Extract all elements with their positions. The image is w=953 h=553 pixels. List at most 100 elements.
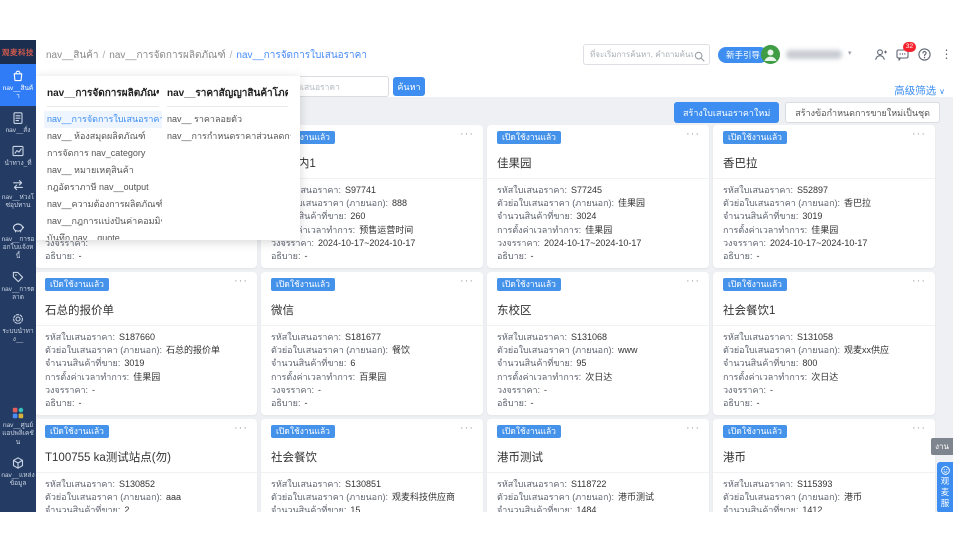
menu-item[interactable]: nav__ความต้องการผลิตภัณฑ์ใหม่	[44, 196, 162, 213]
menu-item[interactable]: การจัดการ nav_category	[44, 145, 162, 162]
global-search-input[interactable]	[590, 45, 693, 64]
sidebar-item-label: nav__ศูนย์แอปพลิเคชัน	[1, 422, 35, 447]
field-value: S52897	[797, 184, 828, 197]
field-label: วงจรราคา:	[723, 384, 766, 397]
field-label: ตัวย่อใบเสนอราคา (ภายนอก):	[271, 491, 388, 504]
gear-icon	[11, 312, 25, 326]
field-value: -	[756, 250, 759, 263]
menu-column: nav__ราคาสัญญาสินค้าโภคภัณฑ์nav__ ราคาลอ…	[167, 86, 288, 230]
sidebar-item-shopping-bag[interactable]: nav__สินค้า	[0, 64, 36, 106]
field-value: 3024	[576, 210, 596, 223]
sidebar-item-app-grid[interactable]: nav__ศูนย์แอปพลิเคชัน	[0, 401, 36, 451]
messages-icon[interactable]: 32	[895, 47, 910, 62]
field-value: 888	[392, 197, 407, 210]
customer-service-tab[interactable]: 观麦服	[937, 462, 953, 512]
search-button[interactable]: ค้นหา	[393, 77, 425, 96]
sidebar-item-cube[interactable]: nav__แหล่งข้อมูล	[0, 451, 36, 493]
help-icon[interactable]	[917, 47, 932, 62]
sidebar-item-tag[interactable]: nav__การตลาด	[0, 265, 36, 307]
field-value: 260	[350, 210, 365, 223]
card-title: 社会餐饮	[271, 450, 473, 466]
card-field-abbrev: ตัวย่อใบเสนอราคา (ภายนอก):香巴拉	[723, 197, 925, 210]
breadcrumb-item[interactable]: nav__การจัดการผลิตภัณฑ์	[109, 50, 225, 61]
card-field-abbrev: ตัวย่อใบเสนอราคา (ภายนอก):888	[271, 197, 473, 210]
card-field-abbrev: ตัวย่อใบเสนอราคา (ภายนอก):佳果园	[497, 197, 699, 210]
menu-item[interactable]: nav__การจัดการใบเสนอราคา	[44, 111, 162, 128]
card-menu-button[interactable]: ···	[686, 422, 700, 434]
service-tab-char: 麦	[941, 488, 950, 498]
field-value: 15	[350, 504, 360, 512]
divider	[713, 178, 935, 179]
field-label: ตัวย่อใบเสนอราคา (ภายนอก):	[723, 491, 840, 504]
card-menu-button[interactable]: ···	[686, 128, 700, 140]
sidebar-item-supply-chain[interactable]: nav__ห่วงโซ่อุปทาน	[0, 173, 36, 215]
order-doc-icon	[11, 111, 25, 125]
menu-item[interactable]: nav__ หมายเหตุสินค้า	[44, 162, 162, 179]
field-value: 观麦xx供应	[844, 344, 889, 357]
breadcrumb-item[interactable]: nav__สินค้า	[46, 50, 99, 61]
field-label: ตัวย่อใบเสนอราคา (ภายนอก):	[497, 491, 614, 504]
field-value: 2024-10-17~2024-10-17	[544, 237, 641, 250]
status-badge: เปิดใช้งานแล้ว	[497, 425, 561, 438]
advanced-filter-link[interactable]: 高级筛选 ∨	[894, 83, 945, 98]
task-floating-tag[interactable]: งาน	[931, 438, 953, 455]
card-menu-button[interactable]: ···	[460, 275, 474, 287]
contacts-icon[interactable]	[873, 47, 888, 62]
field-label: รหัสใบเสนอราคา:	[45, 478, 115, 491]
sidebar: 观麦科技 nav__สินค้าnav__สั่งนำทาง_ที่nav__ห…	[0, 40, 36, 512]
card-menu-button[interactable]: ···	[686, 275, 700, 287]
status-badge: เปิดใช้งานแล้ว	[723, 425, 787, 438]
chevron-down-icon: ▾	[848, 49, 852, 57]
card-field-code: รหัสใบเสนอราคา:S130851	[271, 478, 473, 491]
card-menu-button[interactable]: ···	[460, 128, 474, 140]
sidebar-item-order-doc[interactable]: nav__สั่ง	[0, 106, 36, 139]
card-menu-button[interactable]: ···	[912, 275, 926, 287]
message-count-badge: 32	[903, 42, 916, 52]
sidebar-item-gear[interactable]: ระบบนำทาง__	[0, 307, 36, 349]
card-field-qty: จำนวนสินค้าที่ขาย:3019	[45, 357, 247, 370]
card-menu-button[interactable]: ···	[234, 275, 248, 287]
card-menu-button[interactable]: ···	[234, 422, 248, 434]
field-value: -	[318, 384, 321, 397]
field-value: S131058	[797, 331, 833, 344]
card-menu-button[interactable]: ···	[912, 128, 926, 140]
field-label: อธิบาย:	[271, 250, 300, 263]
divider	[487, 472, 709, 473]
field-value: -	[544, 384, 547, 397]
card-menu-button[interactable]: ···	[460, 422, 474, 434]
field-label: การตั้งค่าเวลาทำการ:	[723, 371, 807, 384]
menu-item[interactable]: nav__ ห้องสมุดผลิตภัณฑ์	[44, 128, 162, 145]
card-field-desc: อธิบาย:-	[723, 250, 925, 263]
menu-item[interactable]: กฎอัตราภาษี nav__output	[44, 179, 162, 196]
breadcrumb: nav__สินค้า/nav__การจัดการผลิตภัณฑ์/nav_…	[46, 48, 367, 63]
menu-column-header: nav__การจัดการผลิตภัณฑ์	[47, 86, 159, 107]
status-badge: เปิดใช้งานแล้ว	[271, 425, 335, 438]
create-quote-button[interactable]: สร้างใบเสนอราคาใหม่	[674, 102, 779, 123]
sidebar-item-label: ระบบนำทาง__	[1, 328, 35, 345]
status-badge: เปิดใช้งานแล้ว	[497, 278, 561, 291]
menu-item[interactable]: nav__กฎการแบ่งปันค่าคอมมิชชั่น	[44, 213, 162, 230]
menu-item[interactable]: nav__ ราคาลอยตัว	[164, 111, 291, 128]
card-field-hours: การตั้งค่าเวลาทำการ:百果园	[271, 371, 473, 384]
menu-item[interactable]: บันทึก nav__quote	[44, 230, 162, 240]
field-value: -	[530, 250, 533, 263]
sidebar-item-piggy-bank[interactable]: nav__การออกใบแจ้งหนี้	[0, 215, 36, 265]
field-value: 石总的报价单	[166, 344, 220, 357]
card-field-code: รหัสใบเสนอราคา:S97741	[271, 184, 473, 197]
more-options-icon[interactable]: ⋮	[939, 47, 953, 62]
divider	[487, 325, 709, 326]
card-field-qty: จำนวนสินค้าที่ขาย:2	[45, 504, 247, 512]
divider	[713, 472, 935, 473]
avatar[interactable]	[761, 45, 780, 64]
field-value: 800	[802, 357, 817, 370]
menu-item[interactable]: nav__การกำหนดราคาส่วนลดการสั่งซื้อแบบเต็…	[164, 128, 291, 145]
field-value: -	[78, 250, 81, 263]
card-field-qty: จำนวนสินค้าที่ขาย:260	[271, 210, 473, 223]
card-field-qty: จำนวนสินค้าที่ขาย:3024	[497, 210, 699, 223]
sidebar-item-chart-line[interactable]: นำทาง_ที่	[0, 139, 36, 172]
batch-create-button[interactable]: สร้างข้อกำหนดการขายใหม่เป็นชุด	[785, 102, 940, 123]
quote-card: เปิดใช้งานแล้ว···T100755 ka测试站点(勿)รหัสใบ…	[35, 419, 257, 512]
divider	[261, 472, 483, 473]
field-label: ตัวย่อใบเสนอราคา (ภายนอก):	[497, 344, 614, 357]
card-menu-button[interactable]: ···	[912, 422, 926, 434]
